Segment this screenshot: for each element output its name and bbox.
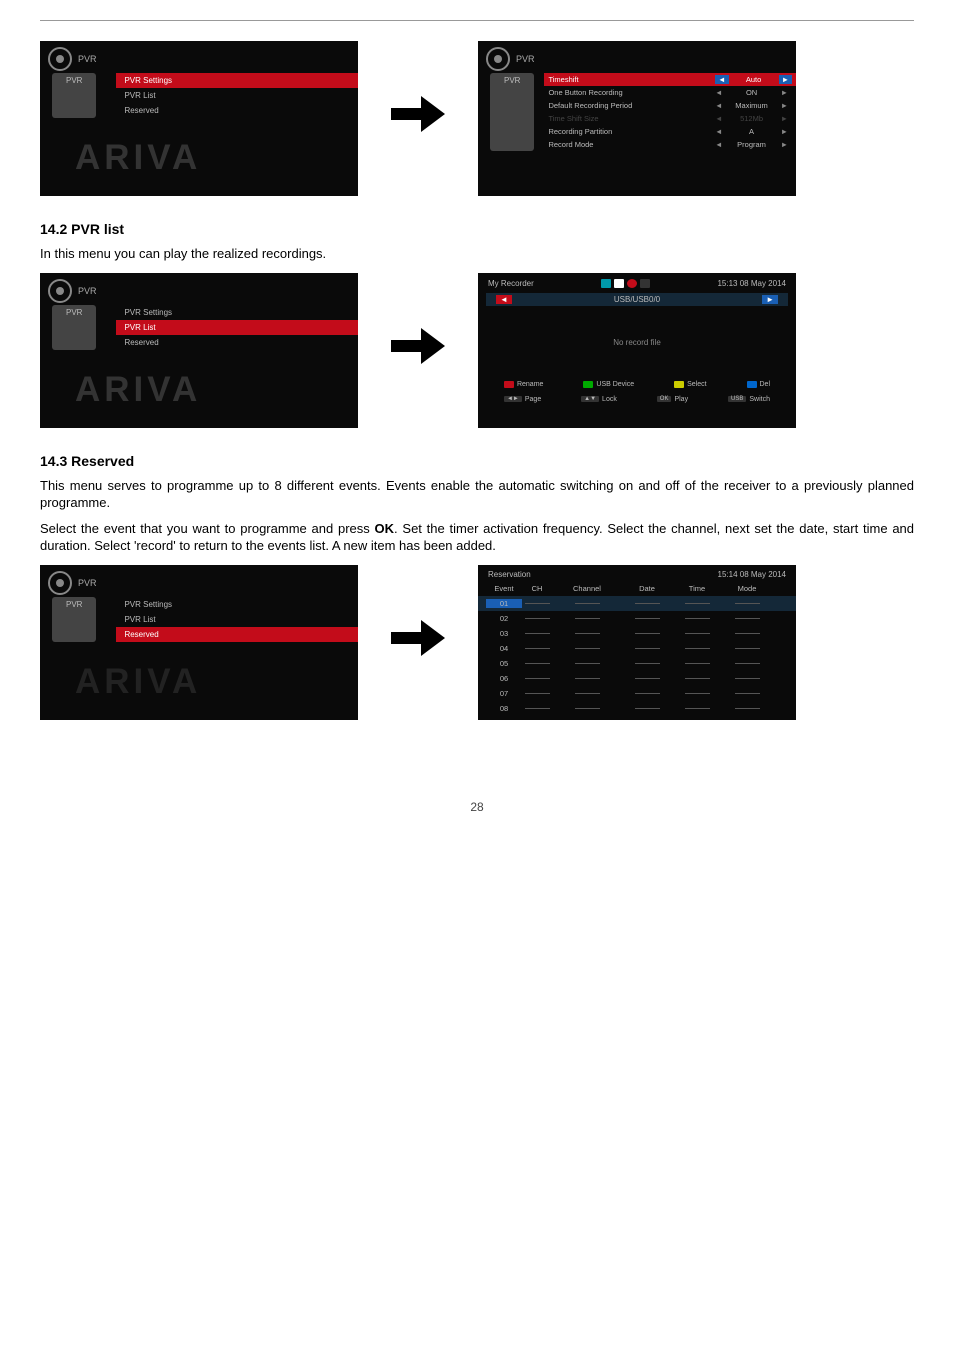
arrow-icon xyxy=(358,316,478,385)
table-row: 04 xyxy=(478,641,796,656)
video-icon xyxy=(601,279,611,288)
table-row: 05 xyxy=(478,656,796,671)
screenshot-pvr-settings: PVR PVR Timeshift ◄ Auto ► One Button Re… xyxy=(478,41,796,196)
menu-item-settings: PVR Settings xyxy=(116,305,358,320)
menu-item-list: PVR List xyxy=(116,88,358,103)
text-14-3-b: Select the event that you want to progra… xyxy=(40,520,914,555)
pvr-tab: PVR xyxy=(52,305,96,350)
bullseye-icon xyxy=(48,47,72,71)
pvr-header-label: PVR xyxy=(78,286,97,296)
pvr-header-label: PVR xyxy=(78,578,97,588)
yellow-icon xyxy=(674,381,684,388)
pvr-header-label: PVR xyxy=(516,54,535,64)
screenshot-pvr-menu-reserved: PVR PVR PVR Settings PVR List Reserved A… xyxy=(40,565,358,720)
bullseye-icon xyxy=(48,279,72,303)
pvr-tab: PVR xyxy=(52,73,96,118)
settings-row-partition: Recording Partition ◄ A ► xyxy=(544,125,796,138)
heading-14-3: 14.3 Reserved xyxy=(40,453,914,469)
bullseye-icon xyxy=(48,571,72,595)
table-row: 07 xyxy=(478,686,796,701)
screenshot-pvr-menu-list: PVR PVR PVR Settings PVR List Reserved A… xyxy=(40,273,358,428)
menu-item-reserved: Reserved xyxy=(116,627,358,642)
screenshot-my-recorder: My Recorder 15:13 08 May 2014 ◄ USB/USB0… xyxy=(478,273,796,428)
recorder-footer: Rename USB Device Select Del xyxy=(478,377,796,392)
ariva-watermark: ARIVA xyxy=(75,138,201,178)
table-row: 09 xyxy=(478,716,796,720)
key-icon: ◄► xyxy=(504,396,522,402)
ariva-watermark: ARIVA xyxy=(75,370,201,410)
table-row: 08 xyxy=(478,701,796,716)
key-icon: ▲▼ xyxy=(581,396,599,402)
key-icon: OK xyxy=(657,396,672,402)
screenshot-pvr-menu-settings: PVR PVR PVR Settings PVR List Reserved A… xyxy=(40,41,358,196)
menu-item-reserved: Reserved xyxy=(116,335,358,350)
recorder-datetime: 15:13 08 May 2014 xyxy=(717,279,786,288)
green-icon xyxy=(583,381,593,388)
recorder-title: My Recorder xyxy=(488,279,534,288)
settings-row-onebutton: One Button Recording ◄ ON ► xyxy=(544,86,796,99)
no-record-text: No record file xyxy=(478,308,796,377)
usb-path-bar: ◄ USB/USB0/0 ► xyxy=(486,293,788,306)
text-14-3-a: This menu serves to programme up to 8 di… xyxy=(40,477,914,512)
menu-item-list: PVR List xyxy=(116,320,358,335)
right-arrow-icon: ► xyxy=(762,295,778,304)
arrow-icon xyxy=(358,84,478,153)
screenshot-reservation: Reservation 15:14 08 May 2014 Event CH C… xyxy=(478,565,796,720)
arrow-icon xyxy=(358,608,478,677)
heading-14-2: 14.2 PVR list xyxy=(40,221,914,237)
music-icon xyxy=(614,279,624,288)
menu-item-settings: PVR Settings xyxy=(116,597,358,612)
settings-row-period: Default Recording Period ◄ Maximum ► xyxy=(544,99,796,112)
blue-icon xyxy=(747,381,757,388)
page-number: 28 xyxy=(40,800,914,834)
ariva-watermark: ARIVA xyxy=(75,662,201,702)
settings-row-shiftsize: Time Shift Size ◄ 512Mb ► xyxy=(544,112,796,125)
red-icon xyxy=(504,381,514,388)
bullseye-icon xyxy=(486,47,510,71)
pvr-header-label: PVR xyxy=(78,54,97,64)
settings-row-mode: Record Mode ◄ Program ► xyxy=(544,138,796,151)
photo-icon xyxy=(640,279,650,288)
pvr-tab: PVR xyxy=(52,597,96,642)
recorder-footer-2: ◄►Page ▲▼Lock OKPlay USBSwitch xyxy=(478,392,796,407)
table-row: 06 xyxy=(478,671,796,686)
menu-item-settings: PVR Settings xyxy=(116,73,358,88)
table-row: 01 xyxy=(478,596,796,611)
menu-item-list: PVR List xyxy=(116,612,358,627)
text-14-2: In this menu you can play the realized r… xyxy=(40,245,914,263)
reservation-datetime: 15:14 08 May 2014 xyxy=(718,570,787,579)
reservation-title: Reservation xyxy=(488,570,531,579)
screenshots-row-3: PVR PVR PVR Settings PVR List Reserved A… xyxy=(40,565,914,720)
screenshots-row-1: PVR PVR PVR Settings PVR List Reserved A… xyxy=(40,41,914,196)
reservation-table: Event CH Channel Date Time Mode 01 02 03… xyxy=(478,581,796,720)
record-icon xyxy=(627,279,637,288)
menu-item-reserved: Reserved xyxy=(116,103,358,118)
left-arrow-icon: ◄ xyxy=(496,295,512,304)
settings-row-timeshift: Timeshift ◄ Auto ► xyxy=(544,73,796,86)
table-row: 03 xyxy=(478,626,796,641)
table-row: 02 xyxy=(478,611,796,626)
recorder-icons xyxy=(601,279,650,288)
usb-path: USB/USB0/0 xyxy=(614,295,660,304)
screenshots-row-2: PVR PVR PVR Settings PVR List Reserved A… xyxy=(40,273,914,428)
pvr-tab: PVR xyxy=(490,73,534,151)
key-icon: USB xyxy=(728,396,746,402)
